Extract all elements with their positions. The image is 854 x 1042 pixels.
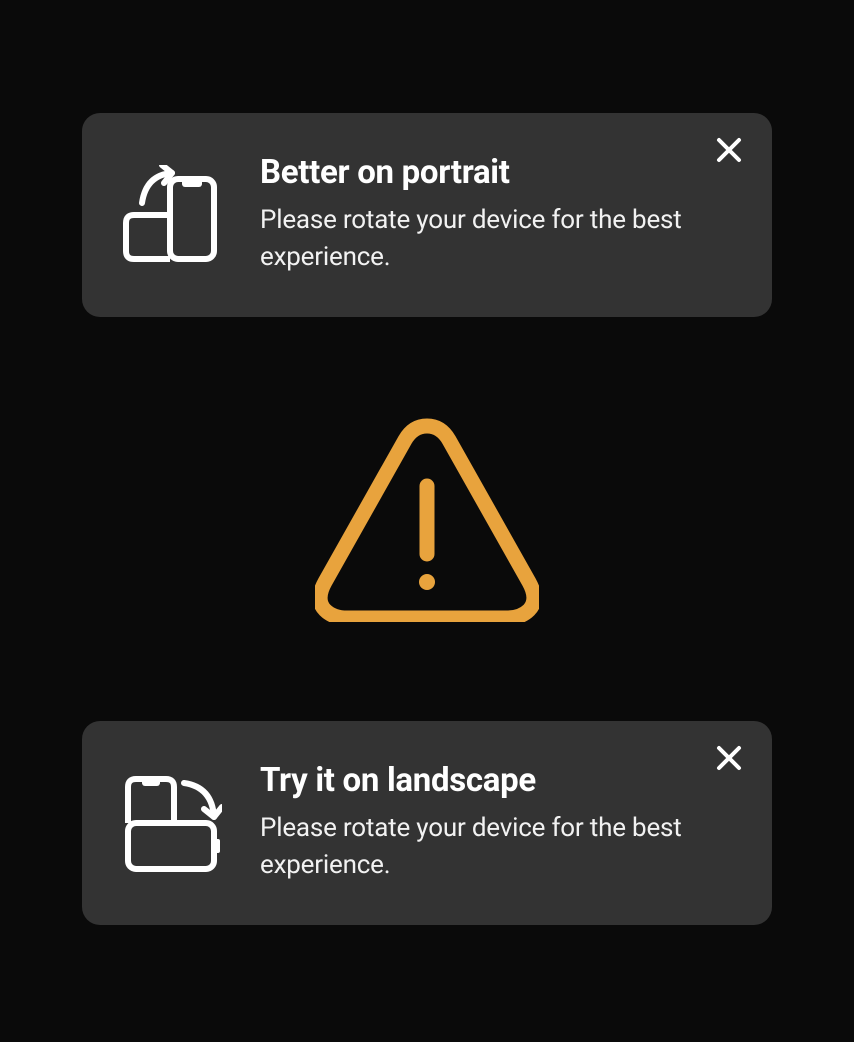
orientation-toast-landscape: Try it on landscape Please rotate your d…	[82, 721, 772, 925]
warning-triangle-icon	[315, 418, 539, 622]
toast-title: Try it on landscape	[260, 762, 684, 800]
orientation-toast-portrait: Better on portrait Please rotate your de…	[82, 113, 772, 317]
close-button[interactable]	[714, 743, 744, 773]
close-icon	[716, 137, 742, 163]
close-icon	[716, 745, 742, 771]
toast-text: Try it on landscape Please rotate your d…	[222, 762, 732, 884]
toast-text: Better on portrait Please rotate your de…	[222, 154, 732, 276]
rotate-to-portrait-icon	[122, 165, 222, 265]
toast-title: Better on portrait	[260, 154, 684, 192]
toast-description: Please rotate your device for the best e…	[260, 810, 684, 884]
page-stage: Better on portrait Please rotate your de…	[0, 0, 854, 1042]
toast-description: Please rotate your device for the best e…	[260, 202, 684, 276]
close-button[interactable]	[714, 135, 744, 165]
rotate-to-landscape-icon	[122, 773, 222, 873]
